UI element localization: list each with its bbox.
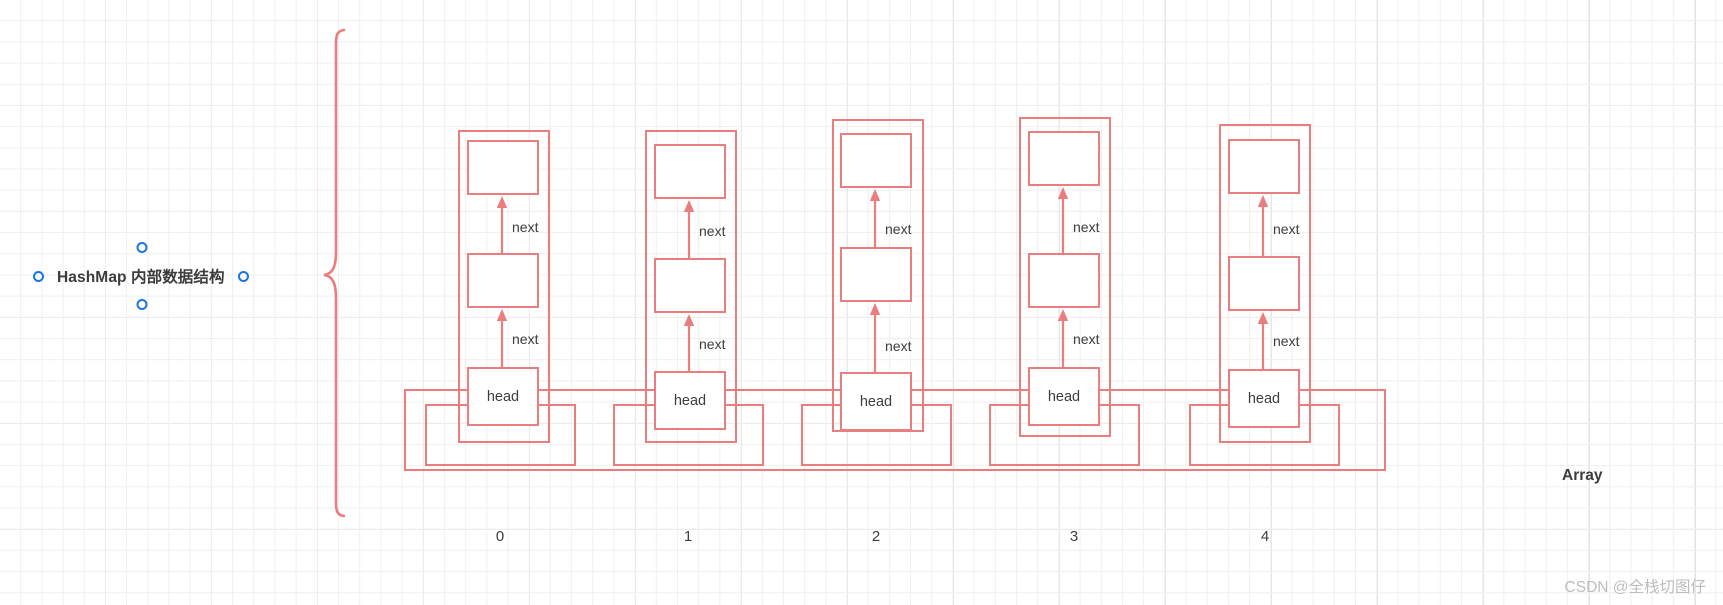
- next-label-2-upper: next: [885, 221, 912, 237]
- arrow-up-icon: [1257, 312, 1269, 370]
- selection-handle-left-icon[interactable]: [33, 270, 44, 282]
- next-label-1-lower: next: [699, 336, 726, 352]
- arrow-up-icon: [1257, 195, 1269, 257]
- node-4-2[interactable]: [1228, 139, 1300, 194]
- next-arrow-4-lower: [1256, 311, 1270, 375]
- next-label-2-lower: next: [885, 338, 912, 354]
- arrow-up-icon: [683, 314, 695, 373]
- next-label-1-upper: next: [699, 223, 726, 239]
- node-1-head[interactable]: head: [654, 371, 726, 430]
- node-3-2[interactable]: [1028, 131, 1100, 186]
- next-arrow-2-lower: [868, 302, 882, 378]
- array-index-2: 2: [871, 528, 881, 545]
- arrow-up-icon: [869, 189, 881, 247]
- array-label: Array: [1562, 467, 1603, 484]
- node-2-head[interactable]: head: [840, 372, 912, 431]
- left-curly-brace-icon: [323, 28, 346, 518]
- next-label-3-lower: next: [1073, 331, 1100, 347]
- node-4-1[interactable]: [1228, 256, 1300, 311]
- array-index-1: 1: [683, 528, 693, 545]
- selection-handle-bottom-icon[interactable]: [136, 299, 148, 310]
- next-arrow-1-lower: [682, 313, 696, 378]
- node-0-head[interactable]: head: [467, 367, 539, 426]
- node-0-2[interactable]: [467, 140, 539, 195]
- arrow-up-icon: [1057, 187, 1069, 254]
- diagram-title-group[interactable]: HashMap 内部数据结构: [33, 242, 249, 310]
- next-label-0-lower: next: [512, 331, 539, 347]
- watermark: CSDN @全栈切图仔: [1564, 579, 1706, 596]
- next-arrow-1-upper: [682, 199, 696, 263]
- arrow-up-icon: [496, 196, 508, 254]
- node-2-2[interactable]: [840, 133, 912, 188]
- arrow-up-icon: [869, 303, 881, 373]
- next-label-4-upper: next: [1273, 221, 1300, 237]
- arrow-up-icon: [1057, 309, 1069, 368]
- array-index-3: 3: [1069, 528, 1079, 545]
- selection-handle-top-icon[interactable]: [136, 242, 148, 253]
- page-title: HashMap 内部数据结构: [57, 269, 225, 286]
- diagram-canvas: HashMap 内部数据结构 head next next head next …: [0, 0, 1723, 605]
- node-1-2[interactable]: [654, 144, 726, 199]
- next-label-3-upper: next: [1073, 219, 1100, 235]
- next-arrow-0-upper: [495, 195, 509, 259]
- next-arrow-3-upper: [1056, 186, 1070, 259]
- arrow-up-icon: [683, 200, 695, 258]
- next-arrow-0-lower: [495, 308, 509, 373]
- node-2-1[interactable]: [840, 247, 912, 302]
- next-arrow-4-upper: [1256, 194, 1270, 262]
- array-index-0: 0: [495, 528, 505, 545]
- node-1-1[interactable]: [654, 258, 726, 313]
- next-arrow-2-upper: [868, 188, 882, 252]
- node-0-1[interactable]: [467, 253, 539, 308]
- next-label-0-upper: next: [512, 219, 539, 235]
- node-3-1[interactable]: [1028, 253, 1100, 308]
- next-arrow-3-lower: [1056, 308, 1070, 373]
- selection-handle-right-icon[interactable]: [237, 270, 249, 282]
- array-index-4: 4: [1260, 528, 1270, 545]
- next-label-4-lower: next: [1273, 333, 1300, 349]
- node-4-head[interactable]: head: [1228, 369, 1300, 428]
- grouping-brace: [318, 24, 358, 529]
- node-3-head[interactable]: head: [1028, 367, 1100, 426]
- arrow-up-icon: [496, 309, 508, 368]
